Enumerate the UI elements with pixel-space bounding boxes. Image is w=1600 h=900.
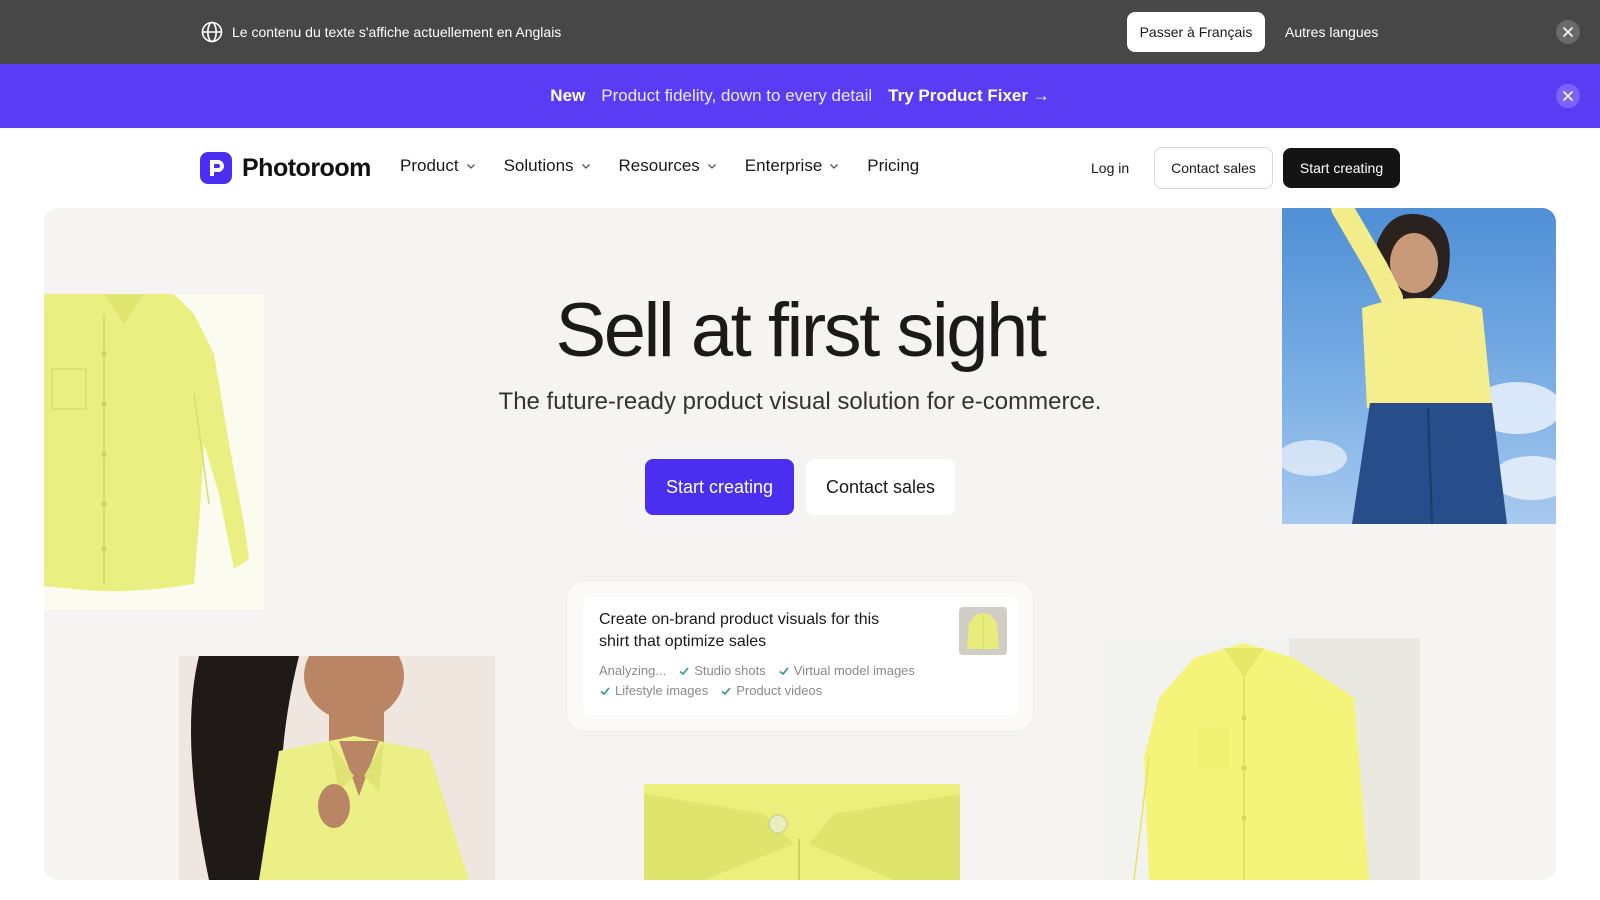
chevron-down-icon [707, 164, 716, 169]
prompt-card-container: Create on-brand product visuals for this… [566, 580, 1034, 732]
language-banner: Le contenu du texte s'affiche actuelleme… [0, 0, 1600, 64]
language-message: Le contenu du texte s'affiche actuelleme… [232, 24, 562, 40]
hero-subtitle: The future-ready product visual solution… [498, 388, 1102, 415]
close-icon [1563, 27, 1573, 37]
hero-section: Sell at first sight The future-ready pro… [44, 208, 1556, 880]
hero-title: Sell at first sight [555, 288, 1047, 373]
prompt-card: Create on-brand product visuals for this… [583, 597, 1019, 715]
check-icon [721, 686, 731, 695]
check-icon [600, 686, 610, 695]
prompt-status-row: Lifestyle images Product videos [599, 683, 822, 698]
hero-start-creating-button[interactable]: Start creating [645, 459, 794, 515]
close-icon [1563, 91, 1573, 101]
capability-item: Lifestyle images [599, 683, 708, 698]
close-promo-banner-button[interactable] [1556, 84, 1580, 108]
nav-item-label: Solutions [503, 156, 574, 175]
nav-item-label: Resources [618, 156, 700, 175]
check-icon [679, 666, 689, 675]
promo-new-badge: New [550, 86, 586, 105]
photoroom-logo-icon [200, 152, 232, 184]
nav-item-label: Pricing [867, 156, 920, 175]
chevron-down-icon [830, 164, 839, 169]
capability-label: Studio shots [694, 663, 766, 678]
product-image-shirt-mirror [1104, 638, 1420, 880]
prompt-status-row: Analyzing... Studio shots Virtual model … [599, 663, 915, 678]
main-nav: Photoroom Product Solutions Resources En… [0, 128, 1600, 208]
nav-item-label: Product [400, 156, 459, 175]
nav-item-label: Enterprise [744, 156, 823, 175]
capability-label: Product videos [736, 683, 823, 698]
capability-item: Studio shots [678, 663, 766, 678]
nav-item-pricing[interactable]: Pricing [867, 156, 919, 176]
login-link[interactable]: Log in [1091, 158, 1129, 178]
nav-start-creating-button[interactable]: Start creating [1283, 148, 1400, 188]
chevron-down-icon [581, 164, 590, 169]
capability-item: Virtual model images [778, 663, 915, 678]
check-icon [779, 666, 789, 675]
brand-logo[interactable]: Photoroom [200, 152, 371, 184]
hero-contact-sales-button[interactable]: Contact sales [806, 459, 955, 515]
prompt-text: Create on-brand product visuals for this… [599, 611, 880, 650]
brand-name: Photoroom [242, 153, 371, 182]
switch-language-button[interactable]: Passer à Français [1127, 12, 1265, 52]
promo-banner: New Product fidelity, down to every deta… [0, 64, 1600, 128]
nav-contact-sales-button[interactable]: Contact sales [1154, 147, 1273, 189]
other-languages-link[interactable]: Autres langues [1285, 22, 1378, 42]
prompt-thumbnail-shirt [959, 607, 1007, 655]
nav-item-enterprise[interactable]: Enterprise [745, 156, 839, 176]
globe-icon [201, 21, 223, 43]
nav-item-resources[interactable]: Resources [619, 156, 717, 176]
promo-text: Product fidelity, down to every detail [601, 86, 873, 105]
chevron-down-icon [466, 164, 475, 169]
capability-label: Lifestyle images [615, 683, 709, 698]
lifestyle-image-model-closeup [179, 656, 495, 880]
nav-item-product[interactable]: Product [400, 156, 476, 176]
capability-label: Virtual model images [793, 663, 915, 678]
analyzing-status: Analyzing... [599, 663, 667, 678]
close-language-banner-button[interactable] [1556, 20, 1580, 44]
nav-item-solutions[interactable]: Solutions [504, 156, 591, 176]
product-image-collar-detail [644, 784, 960, 880]
nav-menu: Product Solutions Resources Enterprise P… [400, 156, 919, 176]
promo-link[interactable]: Try Product Fixer → [888, 86, 1050, 106]
capability-item: Product videos [720, 683, 822, 698]
